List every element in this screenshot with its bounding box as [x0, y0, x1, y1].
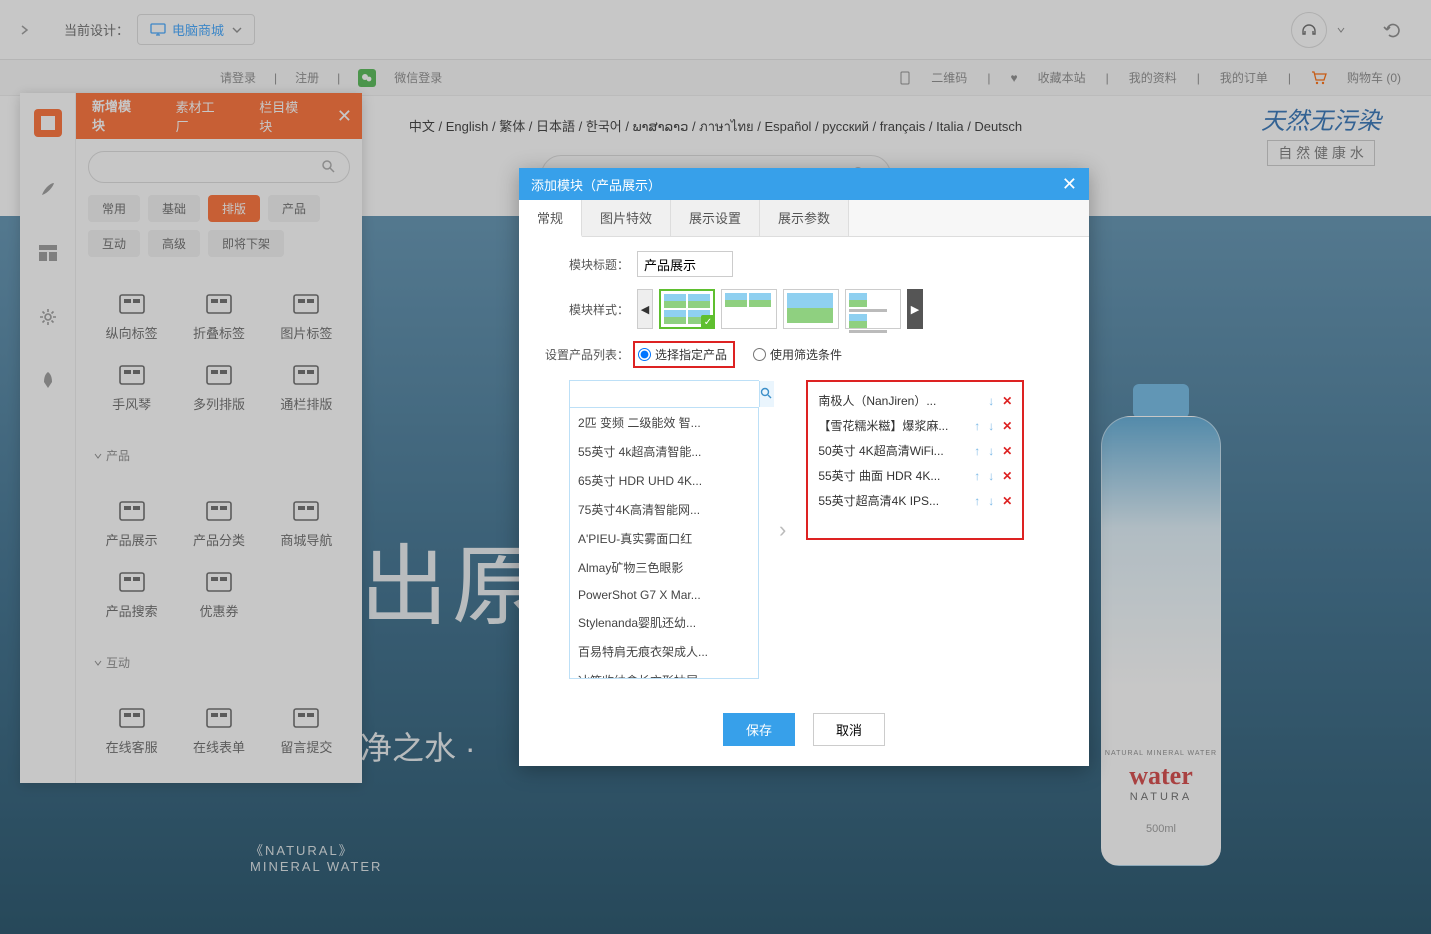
module-title-input[interactable]	[637, 251, 733, 277]
move-up-icon[interactable]: ↑	[974, 419, 980, 433]
source-list: 2匹 变频 二级能效 智...55英寸 4k超高清智能...65英寸 HDR U…	[569, 380, 759, 679]
list-item[interactable]: Stylenanda婴肌还幼...	[570, 608, 758, 637]
remove-icon[interactable]: ✕	[1002, 469, 1012, 483]
list-item[interactable]: 55英寸 4k超高清智能...	[570, 437, 758, 466]
list-item[interactable]: 冰箱收纳盒长方形抽屉...	[570, 666, 758, 678]
save-button[interactable]: 保存	[723, 713, 795, 746]
source-search-icon[interactable]	[759, 381, 774, 407]
selected-item: 50英寸 4K超高清WiFi...↑↓✕	[812, 438, 1018, 463]
transfer-arrow-icon[interactable]: ›	[775, 517, 790, 543]
list-item[interactable]: 75英寸4K高清智能网...	[570, 495, 758, 524]
selected-item: 55英寸超高清4K IPS...↑↓✕	[812, 488, 1018, 513]
selected-item: 【雪花糯米糍】爆浆麻...↑↓✕	[812, 413, 1018, 438]
modal-close-icon[interactable]: ✕	[1062, 174, 1077, 195]
check-icon: ✓	[701, 315, 715, 329]
modal-tabs: 常规 图片特效 展示设置 展示参数	[519, 200, 1089, 237]
list-item[interactable]: PowerShot G7 X Mar...	[570, 582, 758, 608]
modal-tab-params[interactable]: 展示参数	[760, 200, 849, 236]
remove-icon[interactable]: ✕	[1002, 419, 1012, 433]
move-down-icon[interactable]: ↓	[988, 419, 994, 433]
remove-icon[interactable]: ✕	[1002, 444, 1012, 458]
label-set-list: 设置产品列表：	[539, 346, 629, 363]
move-down-icon[interactable]: ↓	[988, 494, 994, 508]
selected-item: 南极人（NanJiren）...↑↓✕	[812, 388, 1018, 413]
source-search-input[interactable]	[570, 381, 759, 407]
move-up-icon[interactable]: ↑	[974, 494, 980, 508]
list-item[interactable]: 百易特肩无痕衣架成人...	[570, 637, 758, 666]
style-option-4[interactable]	[845, 289, 901, 329]
style-option-2[interactable]	[721, 289, 777, 329]
radio-use-filter[interactable]: 使用筛选条件	[753, 346, 842, 363]
list-item[interactable]: A'PIEU-真实雾面口红	[570, 524, 758, 553]
radio-select-products[interactable]: 选择指定产品	[638, 346, 727, 363]
modal-tab-display[interactable]: 展示设置	[671, 200, 760, 236]
modal-tab-general[interactable]: 常规	[519, 200, 582, 237]
label-module-title: 模块标题：	[539, 256, 629, 273]
list-item[interactable]: Almay矿物三色眼影	[570, 553, 758, 582]
move-down-icon[interactable]: ↓	[988, 394, 994, 408]
style-prev-icon[interactable]: ◀	[637, 289, 653, 329]
add-module-modal: 添加模块（产品展示） ✕ 常规 图片特效 展示设置 展示参数 模块标题： 模块样…	[519, 168, 1089, 766]
list-item[interactable]: 65英寸 HDR UHD 4K...	[570, 466, 758, 495]
modal-header: 添加模块（产品展示） ✕	[519, 168, 1089, 200]
move-down-icon[interactable]: ↓	[988, 469, 994, 483]
selected-item: 55英寸 曲面 HDR 4K...↑↓✕	[812, 463, 1018, 488]
style-option-3[interactable]	[783, 289, 839, 329]
modal-title: 添加模块（产品展示）	[531, 175, 661, 194]
cancel-button[interactable]: 取消	[813, 713, 885, 746]
style-option-1[interactable]: ✓	[659, 289, 715, 329]
move-up-icon[interactable]: ↑	[974, 444, 980, 458]
remove-icon[interactable]: ✕	[1002, 394, 1012, 408]
move-down-icon[interactable]: ↓	[988, 444, 994, 458]
move-up-icon[interactable]: ↑	[974, 469, 980, 483]
selected-list: 南极人（NanJiren）...↑↓✕【雪花糯米糍】爆浆麻...↑↓✕50英寸 …	[806, 380, 1024, 540]
label-module-style: 模块样式：	[539, 301, 629, 318]
remove-icon[interactable]: ✕	[1002, 494, 1012, 508]
modal-tab-imgfx[interactable]: 图片特效	[582, 200, 671, 236]
list-item[interactable]: 2匹 变频 二级能效 智...	[570, 408, 758, 437]
style-next-icon[interactable]: ▶	[907, 289, 923, 329]
